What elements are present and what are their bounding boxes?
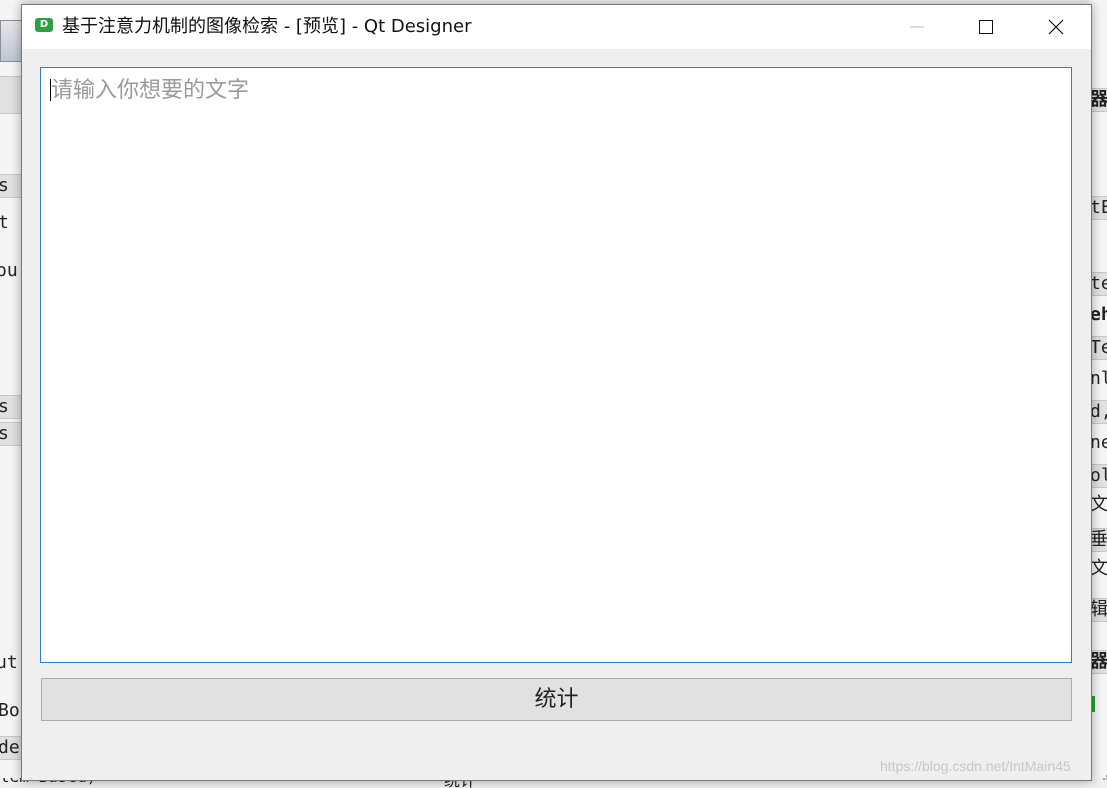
minimize-button[interactable]: [882, 5, 952, 49]
qt-designer-app-icon: D: [35, 18, 53, 32]
background-list-item: de: [0, 736, 22, 760]
preview-window: D 基于注意力机制的图像检索 - [预览] - Qt Designer 请输入你…: [21, 4, 1107, 781]
background-list-item: 文乎: [1090, 558, 1107, 579]
background-panel-header: 器: [1090, 650, 1107, 674]
background-panel-header: 器: [1090, 88, 1107, 112]
background-list-item: Bo: [0, 700, 20, 721]
background-list-item: d,: [1090, 400, 1107, 424]
text-input-placeholder: 请输入你想要的文字: [51, 78, 250, 103]
background-list-item: s: [0, 174, 22, 198]
window-title: 基于注意力机制的图像检索 - [预览] - Qt Designer: [62, 16, 472, 37]
minimize-icon: [910, 26, 924, 28]
close-icon: [1048, 19, 1064, 35]
background-left-panel: s t ou s s ut Bo de: [0, 0, 22, 788]
watermark-text: https://blog.csdn.net/IntMain45: [880, 758, 1071, 774]
resize-grip-icon[interactable]: [1100, 771, 1107, 783]
background-header-bar: [0, 76, 22, 114]
maximize-button[interactable]: [951, 5, 1021, 49]
background-list-item: ou: [0, 260, 18, 281]
background-right-panel: 器 tE te eh Te nl d, ne ol 文乎 垂直 文乎 辑 器: [1090, 0, 1107, 788]
background-list-item: s: [0, 422, 22, 446]
background-list-item: nl: [1090, 368, 1107, 389]
maximize-icon: [979, 20, 993, 34]
background-list-item: ut: [0, 652, 18, 673]
statistics-button[interactable]: 统计: [41, 678, 1072, 721]
background-list-item: Te: [1090, 336, 1107, 360]
background-list-item: 垂直: [1090, 528, 1107, 552]
background-list-item: ol: [1090, 464, 1107, 488]
background-list-item: eh: [1090, 304, 1107, 325]
background-list-item: 文乎: [1090, 494, 1107, 515]
title-bar[interactable]: D 基于注意力机制的图像检索 - [预览] - Qt Designer: [22, 5, 1091, 49]
background-list-item: tE: [1090, 196, 1107, 220]
toolbar-icon: [0, 20, 22, 62]
background-list-item: 辑: [1090, 598, 1107, 622]
background-list-item: s: [0, 395, 22, 419]
text-input-area[interactable]: 请输入你想要的文字: [40, 67, 1072, 663]
background-list-item: t: [0, 212, 9, 233]
close-button[interactable]: [1021, 5, 1091, 49]
background-list-item: te: [1090, 272, 1107, 296]
background-list-item: ne: [1090, 432, 1107, 453]
